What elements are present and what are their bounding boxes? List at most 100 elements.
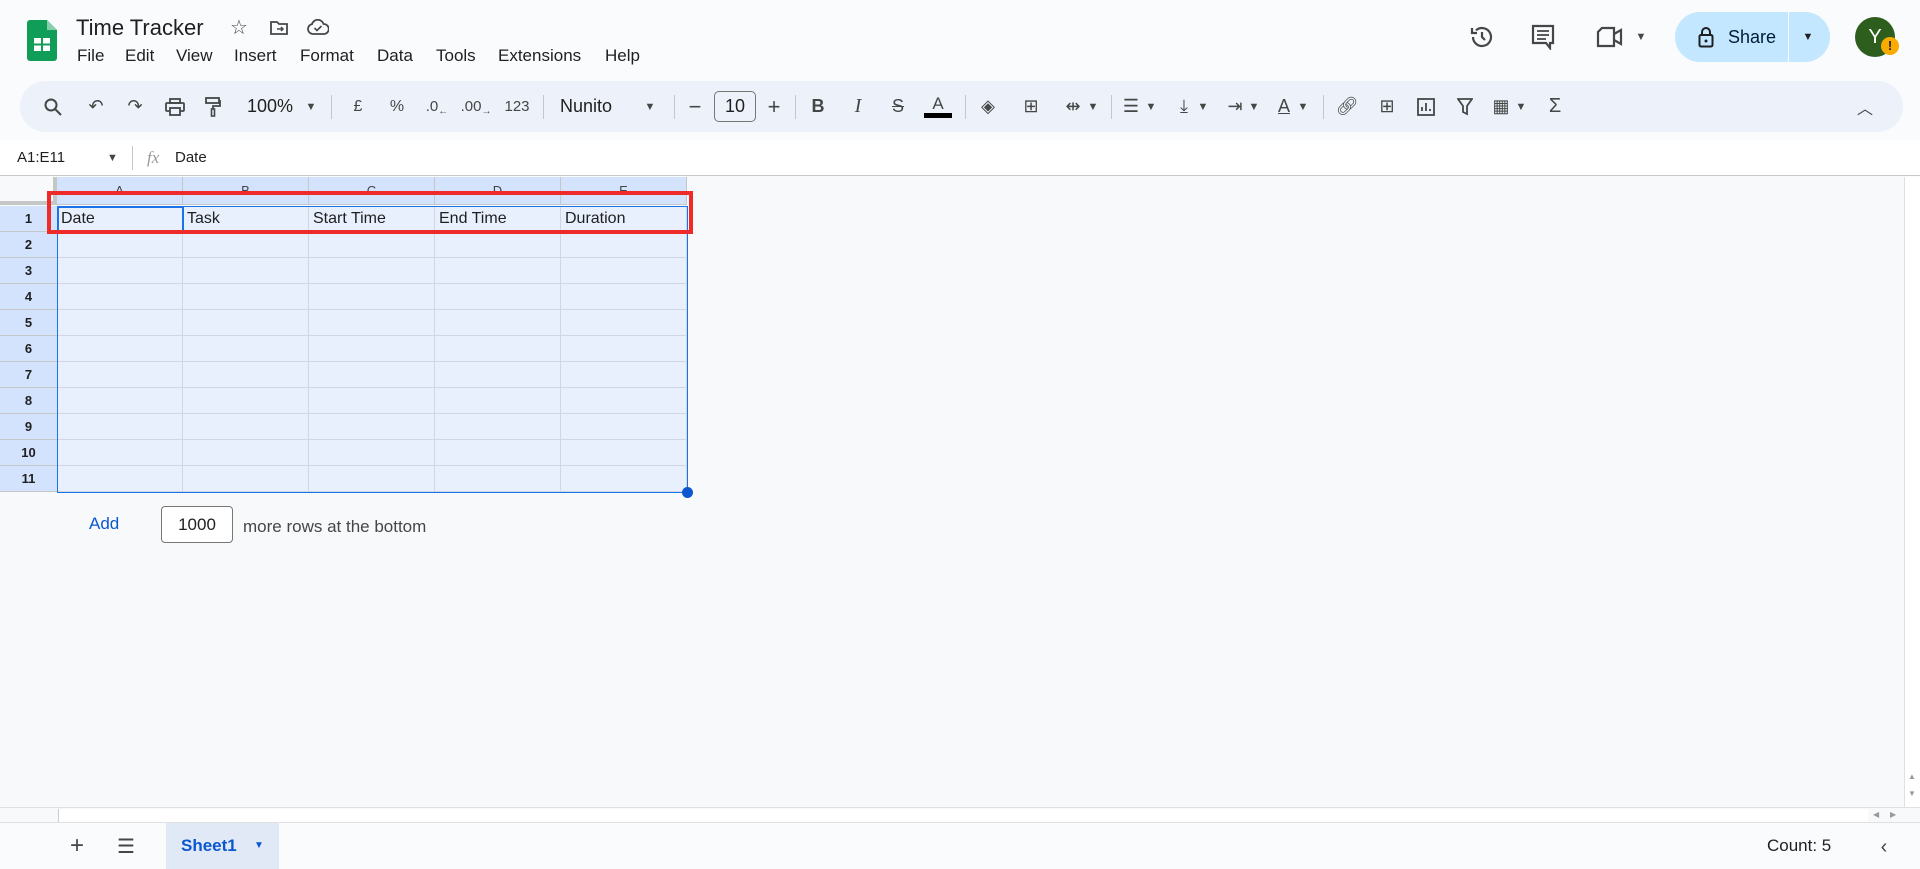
cell-c1[interactable]: Start Time	[309, 206, 435, 232]
cell-e11[interactable]	[561, 466, 687, 492]
row-header-6[interactable]: 6	[0, 336, 57, 362]
row-header-11[interactable]: 11	[0, 466, 57, 492]
column-header-d[interactable]: D	[435, 177, 561, 205]
cell-b6[interactable]	[183, 336, 309, 362]
row-header-8[interactable]: 8	[0, 388, 57, 414]
scroll-left-icon[interactable]: ◀	[1873, 810, 1879, 819]
cell-b1[interactable]: Task	[183, 206, 309, 232]
table-icon[interactable]: ▦	[1488, 81, 1514, 132]
menu-extensions[interactable]: Extensions	[498, 46, 581, 66]
format-percent-button[interactable]: %	[385, 81, 409, 132]
cell-d7[interactable]	[435, 362, 561, 388]
cell-a11[interactable]	[57, 466, 183, 492]
cell-c9[interactable]	[309, 414, 435, 440]
add-rows-button[interactable]: Add	[89, 514, 119, 534]
cell-c11[interactable]	[309, 466, 435, 492]
sheet-tab-dropdown-icon[interactable]: ▼	[254, 840, 264, 851]
borders-icon[interactable]: ⊞	[1019, 81, 1043, 132]
cell-a4[interactable]	[57, 284, 183, 310]
cell-e3[interactable]	[561, 258, 687, 284]
cell-e9[interactable]	[561, 414, 687, 440]
cell-c2[interactable]	[309, 232, 435, 258]
document-title[interactable]: Time Tracker	[76, 15, 204, 41]
zoom-select[interactable]: 100%	[242, 81, 298, 132]
cell-b8[interactable]	[183, 388, 309, 414]
text-wrapping-icon[interactable]: ⇥	[1223, 81, 1247, 132]
cell-a2[interactable]	[57, 232, 183, 258]
horizontal-scrollbar[interactable]: ◀ ▶	[0, 807, 1920, 823]
row-header-9[interactable]: 9	[0, 414, 57, 440]
redo-icon[interactable]: ↷	[122, 81, 148, 132]
add-sheet-icon[interactable]: +	[64, 832, 90, 859]
row-header-2[interactable]: 2	[0, 232, 57, 258]
cell-e1[interactable]: Duration	[561, 206, 687, 232]
cell-d1[interactable]: End Time	[435, 206, 561, 232]
scroll-up-icon[interactable]: ▲	[1908, 772, 1916, 781]
functions-icon[interactable]: Σ	[1543, 81, 1567, 132]
cell-b4[interactable]	[183, 284, 309, 310]
cell-b5[interactable]	[183, 310, 309, 336]
move-to-folder-icon[interactable]	[268, 16, 290, 38]
cell-e4[interactable]	[561, 284, 687, 310]
cell-d3[interactable]	[435, 258, 561, 284]
row-header-7[interactable]: 7	[0, 362, 57, 388]
cell-b11[interactable]	[183, 466, 309, 492]
insert-comment-icon[interactable]: ⊞	[1374, 81, 1400, 132]
bold-button[interactable]: B	[807, 81, 829, 132]
row-header-4[interactable]: 4	[0, 284, 57, 310]
cell-a10[interactable]	[57, 440, 183, 466]
horizontal-scroll-thumb[interactable]	[58, 809, 1868, 822]
increase-decimal-button[interactable]: .00 →	[461, 81, 492, 132]
cell-d6[interactable]	[435, 336, 561, 362]
row-header-5[interactable]: 5	[0, 310, 57, 336]
cell-e5[interactable]	[561, 310, 687, 336]
insert-link-icon[interactable]: 🔗︎	[1334, 81, 1360, 132]
menu-help[interactable]: Help	[605, 46, 640, 66]
sheet-tab-sheet1[interactable]: Sheet1 ▼	[166, 823, 279, 869]
menu-view[interactable]: View	[176, 46, 213, 66]
version-history-icon[interactable]	[1468, 23, 1496, 51]
cell-e10[interactable]	[561, 440, 687, 466]
cell-d5[interactable]	[435, 310, 561, 336]
cell-d9[interactable]	[435, 414, 561, 440]
column-header-c[interactable]: C	[309, 177, 435, 205]
cell-a5[interactable]	[57, 310, 183, 336]
column-header-a[interactable]: A	[57, 177, 183, 205]
menu-data[interactable]: Data	[377, 46, 413, 66]
wrap-dropdown-icon[interactable]: ▼	[1248, 81, 1260, 132]
side-panel-toggle-icon[interactable]: ‹	[1874, 835, 1894, 859]
merge-cells-icon[interactable]: ⇹	[1061, 81, 1085, 132]
menu-format[interactable]: Format	[300, 46, 354, 66]
sheets-logo[interactable]	[27, 20, 57, 61]
star-icon[interactable]: ☆	[228, 16, 250, 39]
fill-handle[interactable]	[682, 487, 693, 498]
all-sheets-icon[interactable]: ☰	[113, 833, 139, 859]
horizontal-align-icon[interactable]: ☰	[1119, 81, 1143, 132]
cloud-saved-icon[interactable]	[306, 16, 330, 38]
table-dropdown-icon[interactable]: ▼	[1515, 81, 1527, 132]
row-header-10[interactable]: 10	[0, 440, 57, 466]
paint-format-icon[interactable]	[200, 81, 226, 132]
cell-e7[interactable]	[561, 362, 687, 388]
share-dropdown-icon[interactable]: ▼	[1793, 30, 1823, 44]
cell-c5[interactable]	[309, 310, 435, 336]
undo-icon[interactable]: ↶	[83, 81, 109, 132]
cell-d11[interactable]	[435, 466, 561, 492]
format-currency-button[interactable]: £	[346, 81, 370, 132]
column-header-e[interactable]: E	[561, 177, 687, 205]
menu-insert[interactable]: Insert	[234, 46, 277, 66]
comments-icon[interactable]	[1529, 23, 1557, 51]
vertical-align-icon[interactable]: ⤓	[1172, 81, 1196, 132]
meet-icon[interactable]	[1596, 23, 1624, 51]
menu-file[interactable]: File	[77, 46, 104, 66]
selection-count-status[interactable]: Count: 5	[1767, 836, 1831, 856]
more-formats-button[interactable]: 123	[502, 81, 532, 132]
cell-e2[interactable]	[561, 232, 687, 258]
search-menus-icon[interactable]	[40, 81, 66, 132]
merge-dropdown-icon[interactable]: ▼	[1087, 81, 1099, 132]
cell-b7[interactable]	[183, 362, 309, 388]
cell-b9[interactable]	[183, 414, 309, 440]
font-size-input[interactable]: 10	[714, 91, 756, 122]
row-header-3[interactable]: 3	[0, 258, 57, 284]
share-button[interactable]: Share ▼	[1675, 12, 1830, 62]
